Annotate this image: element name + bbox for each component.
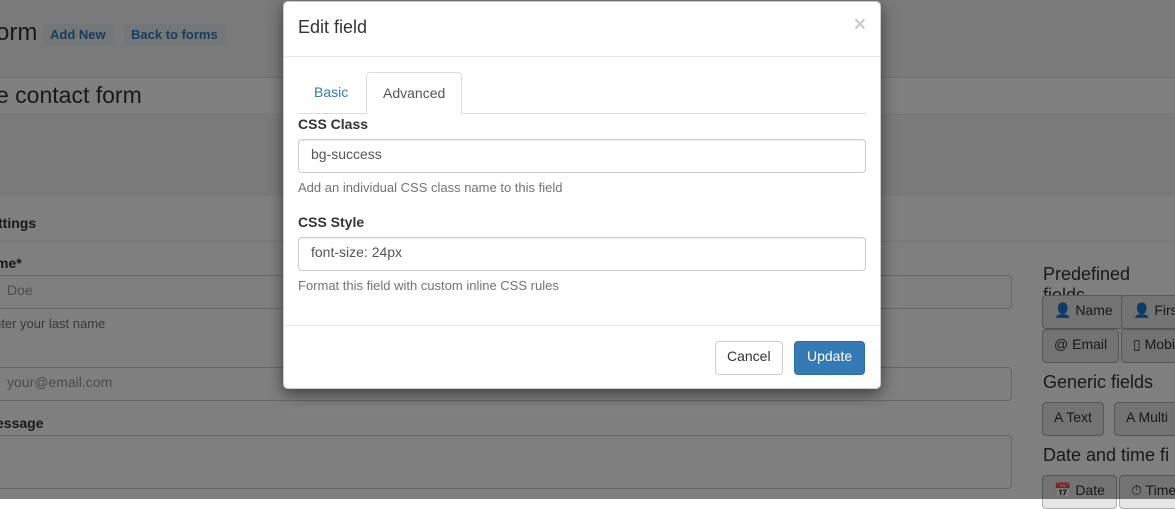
css-class-input[interactable]: bg-success [298,139,866,173]
modal-title: Edit field [298,17,368,37]
css-style-help: Format this field with custom inline CSS… [298,278,559,293]
css-class-label: CSS Class [298,116,369,132]
update-button[interactable]: Update [794,341,866,375]
modal-header: Edit field × [284,2,880,57]
css-class-help: Add an individual CSS class name to this… [298,180,563,195]
edit-field-modal: Edit field × Basic Advanced CSS Class bg… [283,1,881,389]
modal-footer: Cancel Update [284,325,880,388]
css-style-input[interactable]: font-size: 24px [298,237,866,271]
tab-basic[interactable]: Basic [298,72,364,114]
close-icon[interactable]: × [854,14,866,35]
css-style-label: CSS Style [298,214,365,230]
tab-advanced[interactable]: Advanced [366,72,463,115]
modal-tabs: Basic Advanced [298,72,866,115]
cancel-button[interactable]: Cancel [715,341,783,375]
